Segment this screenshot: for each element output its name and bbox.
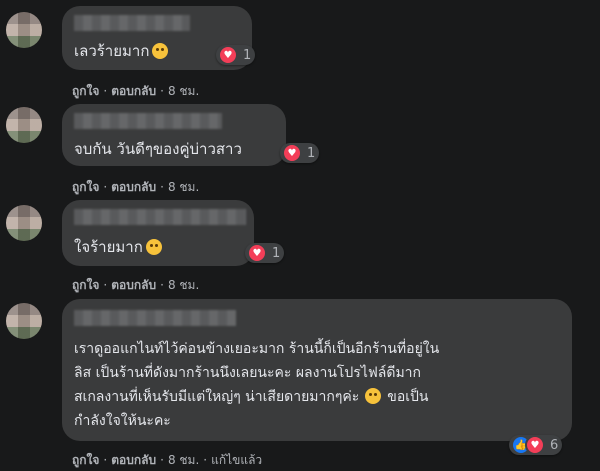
like-link[interactable]: ถูกใจ: [72, 84, 99, 98]
comment-text: จบกัน วันดีๆของคู่บ่าวสาว: [74, 138, 242, 161]
comment-actions: ถูกใจ · ตอบกลับ · 8 ชม. · แก้ไขแล้ว: [72, 453, 263, 467]
reaction-summary[interactable]: 👍 ♥ 6: [509, 435, 563, 455]
comment-text-line: เราดูออแกไนท์ไว้ค่อนข้างเยอะมาก ร้านนี้ก…: [74, 341, 440, 357]
timestamp[interactable]: 8 ชม.: [168, 180, 199, 194]
comment-text: เราดูออแกไนท์ไว้ค่อนข้างเยอะมาก ร้านนี้ก…: [74, 337, 564, 433]
edited-label[interactable]: แก้ไขแล้ว: [211, 453, 262, 467]
comment-text: เลวร้ายมาก: [74, 40, 169, 63]
comment-text-content: ใจร้ายมาก: [74, 238, 143, 256]
comment-bubble: เราดูออแกไนท์ไว้ค่อนข้างเยอะมาก ร้านนี้ก…: [62, 299, 572, 441]
commenter-name-blurred[interactable]: [74, 310, 236, 326]
heart-icon: ♥: [218, 45, 238, 65]
comment-text-line-with-emoji: สเกลงานที่เห็นรับมีแต่ใหญ่ๆ น่าเสียดายมา…: [74, 385, 564, 409]
reaction-count: 1: [307, 145, 316, 161]
commenter-name-blurred[interactable]: [74, 113, 222, 129]
comment-text: ใจร้ายมาก: [74, 236, 162, 259]
timestamp[interactable]: 8 ชม.: [168, 278, 199, 292]
comment-text-line: กำลังใจให้นะคะ: [74, 413, 171, 429]
reply-link[interactable]: ตอบกลับ: [111, 180, 156, 194]
comment-text-segment: สเกลงานที่เห็นรับมีแต่ใหญ่ๆ น่าเสียดายมา…: [74, 389, 360, 405]
comment-text-line: ลิส เป็นร้านที่ดังมากร้านนึงเลยนะคะ ผลงา…: [74, 365, 422, 381]
comment-actions: ถูกใจ · ตอบกลับ · 8 ชม.: [72, 180, 200, 194]
comment-bubble: ใจร้ายมาก: [62, 200, 254, 266]
like-link[interactable]: ถูกใจ: [72, 453, 99, 467]
commenter-name-blurred[interactable]: [74, 209, 246, 225]
comment-actions: ถูกใจ · ตอบกลับ · 8 ชม.: [72, 278, 200, 292]
timestamp[interactable]: 8 ชม.: [168, 84, 199, 98]
sad-face-emoji-icon: [365, 388, 382, 404]
reply-link[interactable]: ตอบกลับ: [111, 84, 156, 98]
avatar[interactable]: [6, 12, 42, 48]
commenter-name-blurred[interactable]: [74, 15, 190, 31]
reaction-summary[interactable]: ♥ 1: [245, 243, 285, 263]
like-link[interactable]: ถูกใจ: [72, 180, 99, 194]
reaction-count: 1: [243, 47, 252, 63]
comment-text-content: เลวร้ายมาก: [74, 42, 150, 60]
sad-face-emoji-icon: [152, 43, 169, 59]
avatar[interactable]: [6, 205, 42, 241]
comment-text-content: จบกัน วันดีๆของคู่บ่าวสาว: [74, 140, 242, 158]
comment-bubble: จบกัน วันดีๆของคู่บ่าวสาว: [62, 104, 286, 166]
reply-link[interactable]: ตอบกลับ: [111, 278, 156, 292]
comment-text-segment: ขอเป็น: [387, 389, 429, 405]
comment-actions: ถูกใจ · ตอบกลับ · 8 ชม.: [72, 84, 200, 98]
heart-icon: ♥: [525, 435, 545, 455]
timestamp[interactable]: 8 ชม.: [168, 453, 199, 467]
avatar[interactable]: [6, 107, 42, 143]
reaction-count: 1: [272, 245, 281, 261]
heart-icon: ♥: [247, 243, 267, 263]
sad-face-emoji-icon: [145, 239, 162, 255]
heart-icon: ♥: [282, 143, 302, 163]
reply-link[interactable]: ตอบกลับ: [111, 453, 156, 467]
reaction-summary[interactable]: ♥ 1: [216, 45, 256, 65]
reaction-summary[interactable]: ♥ 1: [280, 143, 320, 163]
like-link[interactable]: ถูกใจ: [72, 278, 99, 292]
avatar[interactable]: [6, 303, 42, 339]
reaction-count: 6: [550, 437, 559, 453]
